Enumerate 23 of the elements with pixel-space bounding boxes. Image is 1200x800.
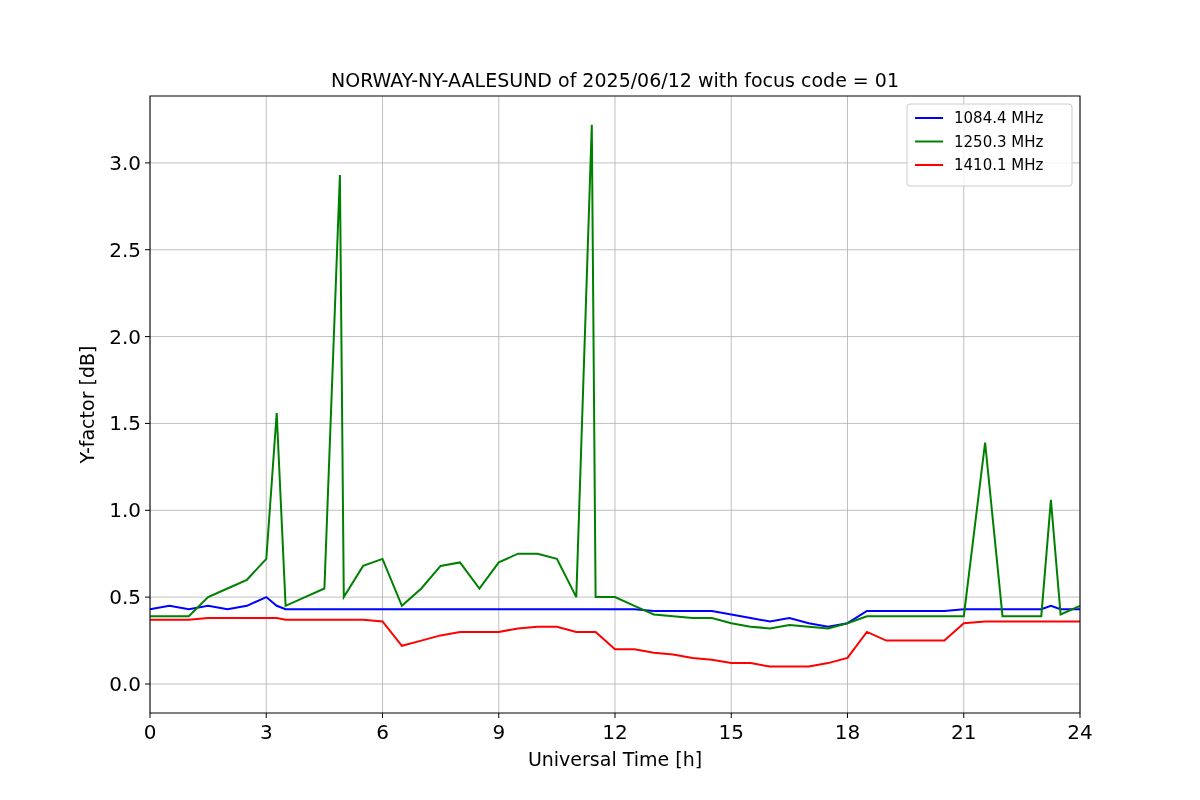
- x-tick-label: 9: [492, 720, 506, 744]
- y-tick-label: 0.0: [109, 672, 141, 696]
- chart-title: NORWAY-NY-AALESUND of 2025/06/12 with focus code = 01: [331, 69, 899, 91]
- legend-label: 1084.4 MHz: [954, 109, 1044, 127]
- x-tick-label: 3: [259, 720, 273, 744]
- x-tick-label: 15: [718, 720, 744, 744]
- y-tick-label: 2.5: [109, 237, 141, 262]
- x-tick-label: 12: [602, 720, 628, 744]
- y-tick-label: 1.5: [109, 411, 141, 436]
- y-tick-label: 1.0: [109, 498, 141, 523]
- x-tick-label: 0: [143, 720, 157, 744]
- y-tick-label: 3.0: [109, 150, 141, 175]
- legend-swatch: [914, 140, 944, 143]
- x-tick-label: 24: [1067, 720, 1093, 744]
- legend-label: 1410.1 MHz: [954, 156, 1044, 174]
- x-tick-label: 21: [951, 720, 977, 744]
- legend-label: 1250.3 MHz: [954, 132, 1044, 151]
- y-tick-label: 2.0: [109, 324, 141, 349]
- x-axis-label: Universal Time [h]: [527, 748, 703, 770]
- y-axis-label: Y-factor [dB]: [76, 345, 98, 464]
- x-tick-label: 6: [376, 720, 389, 744]
- x-tick-label: 18: [834, 720, 861, 744]
- y-tick-label: 0.5: [109, 585, 141, 610]
